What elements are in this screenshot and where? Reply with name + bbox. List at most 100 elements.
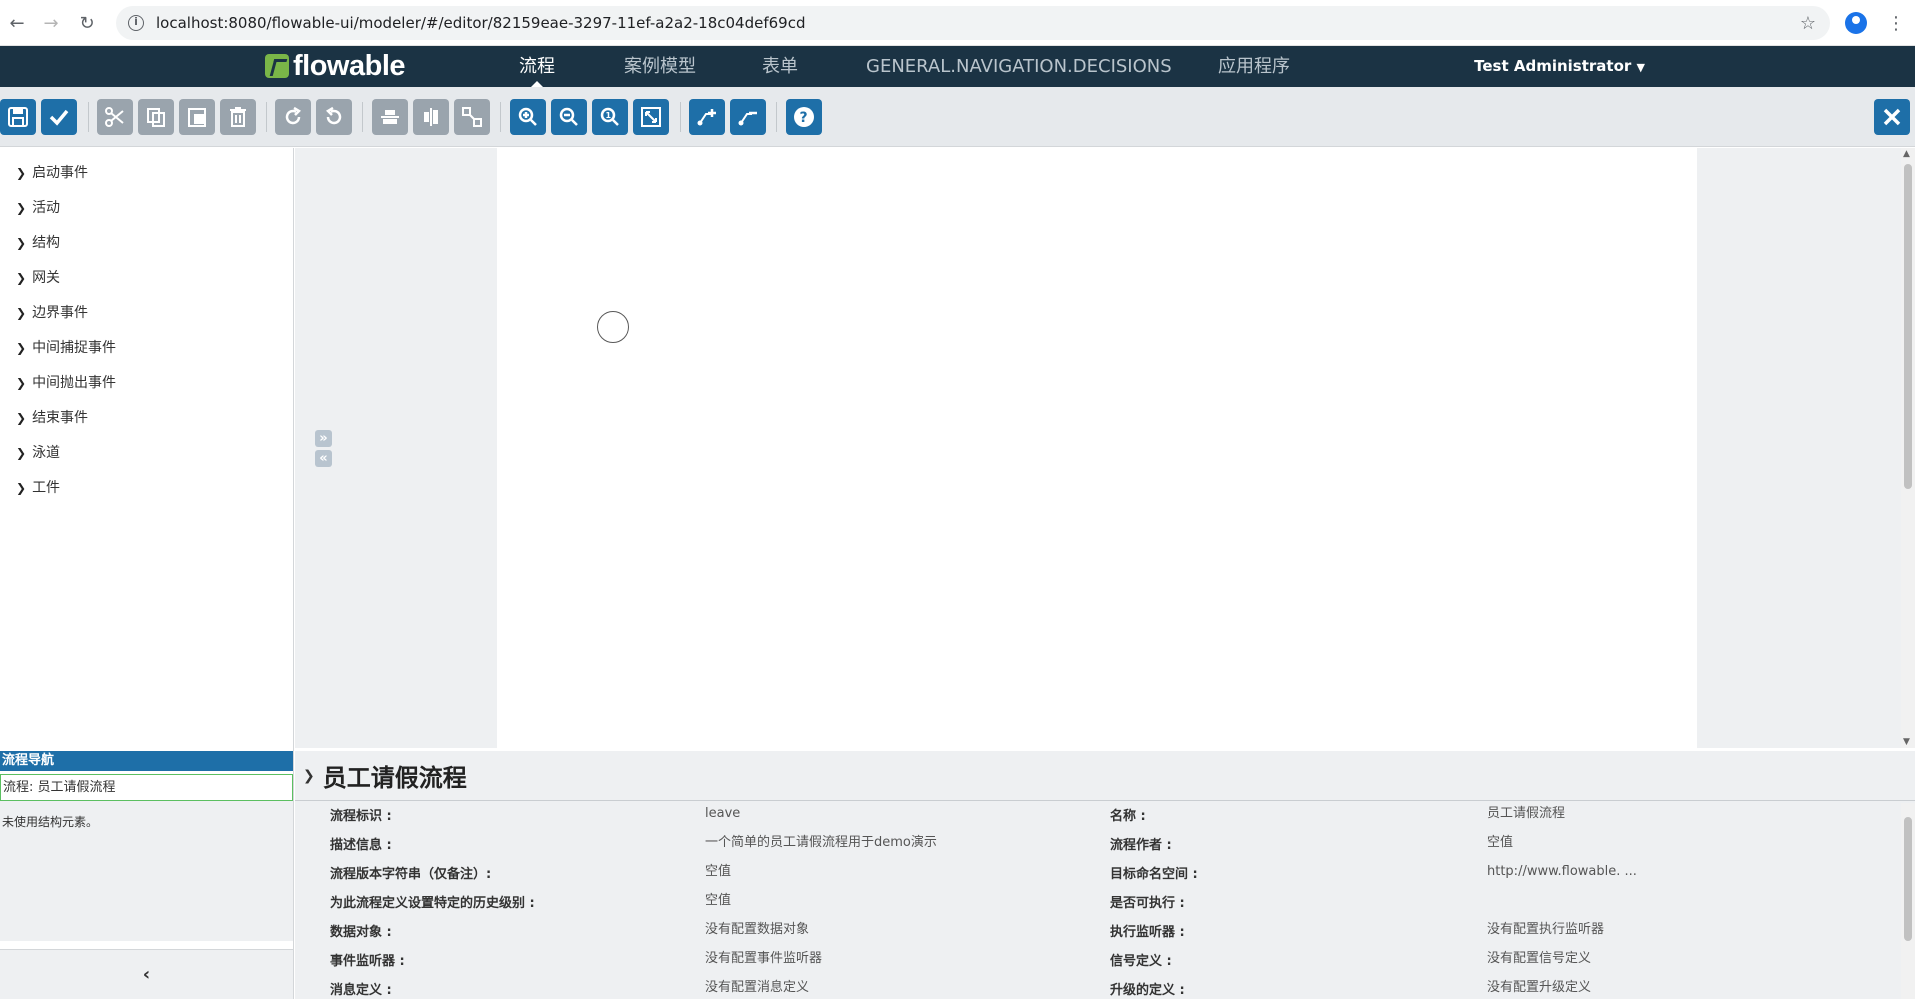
flowable-logo-icon [265,54,289,78]
url-text: localhost:8080/flowable-ui/modeler/#/edi… [156,14,806,32]
properties-title: 员工请假流程 [322,764,467,792]
canvas-scrollbar[interactable]: ▲ ▼ [1901,148,1915,748]
process-navigator: 流程导航 流程: 员工请假流程 未使用结构元素。 ‹ [0,751,294,999]
chevron-right-icon: ❯ [16,376,27,390]
navigator-empty-note: 未使用结构元素。 [0,801,293,941]
toolbar-separator [88,102,89,132]
svg-text:1: 1 [606,111,612,120]
palette-toggle: » « [315,430,332,470]
add-bendpoint-button[interactable] [689,99,725,135]
logo-text: flowable [293,49,406,82]
delete-button[interactable] [220,99,256,135]
chevron-right-icon: ❯ [16,306,27,320]
scissors-icon [105,107,124,127]
nav-processes[interactable]: 流程 [519,46,555,87]
shape-palette: ❯ 启动事件 ❯ 活动 ❯ 结构 ❯ 网关 ❯ 边界事件 ❯ 中间捕捉事件 ❯ 中间抛出事件 … [0,148,294,751]
nav-case-models[interactable]: 案例模型 [624,46,696,87]
user-menu[interactable]: Test Administrator ▼ [1474,46,1645,88]
back-icon[interactable]: ← [0,6,34,40]
palette-group-swimlanes[interactable]: ❯ 泳道 [0,436,293,471]
prop-value[interactable]: 空值 [1487,828,1513,857]
prop-value[interactable]: 空值 [705,886,731,915]
palette-group-throw-events[interactable]: ❯ 中间抛出事件 [0,366,293,401]
help-button[interactable]: ? [786,99,822,135]
paste-button[interactable] [179,99,215,135]
prop-value[interactable]: 没有配置信号定义 [1487,944,1591,973]
zoom-actual-button[interactable]: 1 [592,99,628,135]
process-canvas[interactable] [497,148,1697,748]
site-info-icon[interactable]: i [128,15,144,31]
prop-value[interactable]: 没有配置执行监听器 [1487,915,1604,944]
cut-button[interactable] [97,99,133,135]
toolbar-separator [266,102,267,132]
save-model-button[interactable] [0,99,36,135]
prop-value[interactable]: http://www.flowable. ... [1487,857,1637,886]
remove-bendpoint-button[interactable] [730,99,766,135]
align-horizontal-button[interactable] [413,99,449,135]
prop-value[interactable]: 一个简单的员工请假流程用于demo演示 [705,828,937,857]
close-editor-button[interactable] [1874,99,1910,135]
prop-label: 描述信息 : [330,838,392,853]
prop-value[interactable]: 没有配置数据对象 [705,915,809,944]
zoom-fit-button[interactable] [633,99,669,135]
zoom-in-button[interactable] [510,99,546,135]
validate-model-button[interactable] [41,99,77,135]
prop-value[interactable]: 没有配置消息定义 [705,973,809,1002]
nav-apps[interactable]: 应用程序 [1218,46,1290,87]
scroll-up-icon[interactable]: ▲ [1903,149,1910,159]
palette-group-end-events[interactable]: ❯ 结束事件 [0,401,293,436]
toolbar-separator [680,102,681,132]
palette-group-artifacts[interactable]: ❯ 工件 [0,471,293,506]
properties-header[interactable]: ❯ 员工请假流程 [295,751,1915,801]
toolbar-separator [362,102,363,132]
profile-avatar-icon[interactable] [1845,12,1867,34]
palette-group-start-events[interactable]: ❯ 启动事件 [0,156,293,191]
navigator-process-item[interactable]: 流程: 员工请假流程 [0,774,293,801]
start-event-shape[interactable] [597,311,629,343]
address-bar[interactable]: i localhost:8080/flowable-ui/modeler/#/e… [116,6,1830,40]
expand-palette-icon[interactable]: » [315,430,332,447]
zoom-out-icon [559,107,578,126]
palette-group-catch-events[interactable]: ❯ 中间捕捉事件 [0,331,293,366]
scroll-down-icon[interactable]: ▼ [1903,737,1910,747]
bookmark-star-icon[interactable]: ☆ [1800,13,1816,34]
copy-icon [147,108,165,127]
copy-button[interactable] [138,99,174,135]
prop-label: 是否可执行 : [1110,896,1185,911]
redo-button[interactable] [275,99,311,135]
same-size-button[interactable] [454,99,490,135]
redo-icon [285,106,302,125]
collapse-navigator-button[interactable]: ‹ [0,949,293,999]
browser-toolbar: ← → ↻ i localhost:8080/flowable-ui/model… [0,0,1915,46]
properties-scrollbar[interactable] [1901,803,1915,999]
zoom-out-button[interactable] [551,99,587,135]
palette-group-gateways[interactable]: ❯ 网关 [0,261,293,296]
chevron-down-icon: ❯ [303,767,315,784]
prop-value[interactable]: 没有配置事件监听器 [705,944,822,973]
prop-value[interactable]: leave [705,799,740,828]
zoom-actual-icon: 1 [600,107,619,126]
prop-value[interactable]: 空值 [705,857,731,886]
palette-group-structural[interactable]: ❯ 结构 [0,226,293,261]
scrollbar-thumb[interactable] [1904,164,1912,489]
forward-icon[interactable]: → [34,6,68,40]
browser-menu-icon[interactable]: ⋮ [1887,13,1905,34]
undo-icon [325,106,342,125]
flowable-logo[interactable]: flowable [265,49,406,82]
chevron-right-icon: ❯ [16,271,27,285]
align-vertical-button[interactable] [372,99,408,135]
editor-toolbar: 1 ? [0,87,1915,147]
prop-label: 为此流程定义设置特定的历史级别 : [330,896,535,911]
reload-icon[interactable]: ↻ [70,6,104,40]
chevron-down-icon: ▼ [1636,61,1645,74]
palette-group-boundary-events[interactable]: ❯ 边界事件 [0,296,293,331]
collapse-palette-icon[interactable]: « [315,450,332,467]
scrollbar-thumb[interactable] [1904,817,1912,941]
prop-value[interactable]: 没有配置升级定义 [1487,973,1591,1002]
nav-decisions[interactable]: GENERAL.NAVIGATION.DECISIONS [866,46,1172,87]
nav-forms[interactable]: 表单 [762,46,798,87]
chevron-right-icon: ❯ [16,201,27,215]
undo-button[interactable] [316,99,352,135]
palette-group-activities[interactable]: ❯ 活动 [0,191,293,226]
prop-value[interactable]: 员工请假流程 [1487,799,1565,828]
